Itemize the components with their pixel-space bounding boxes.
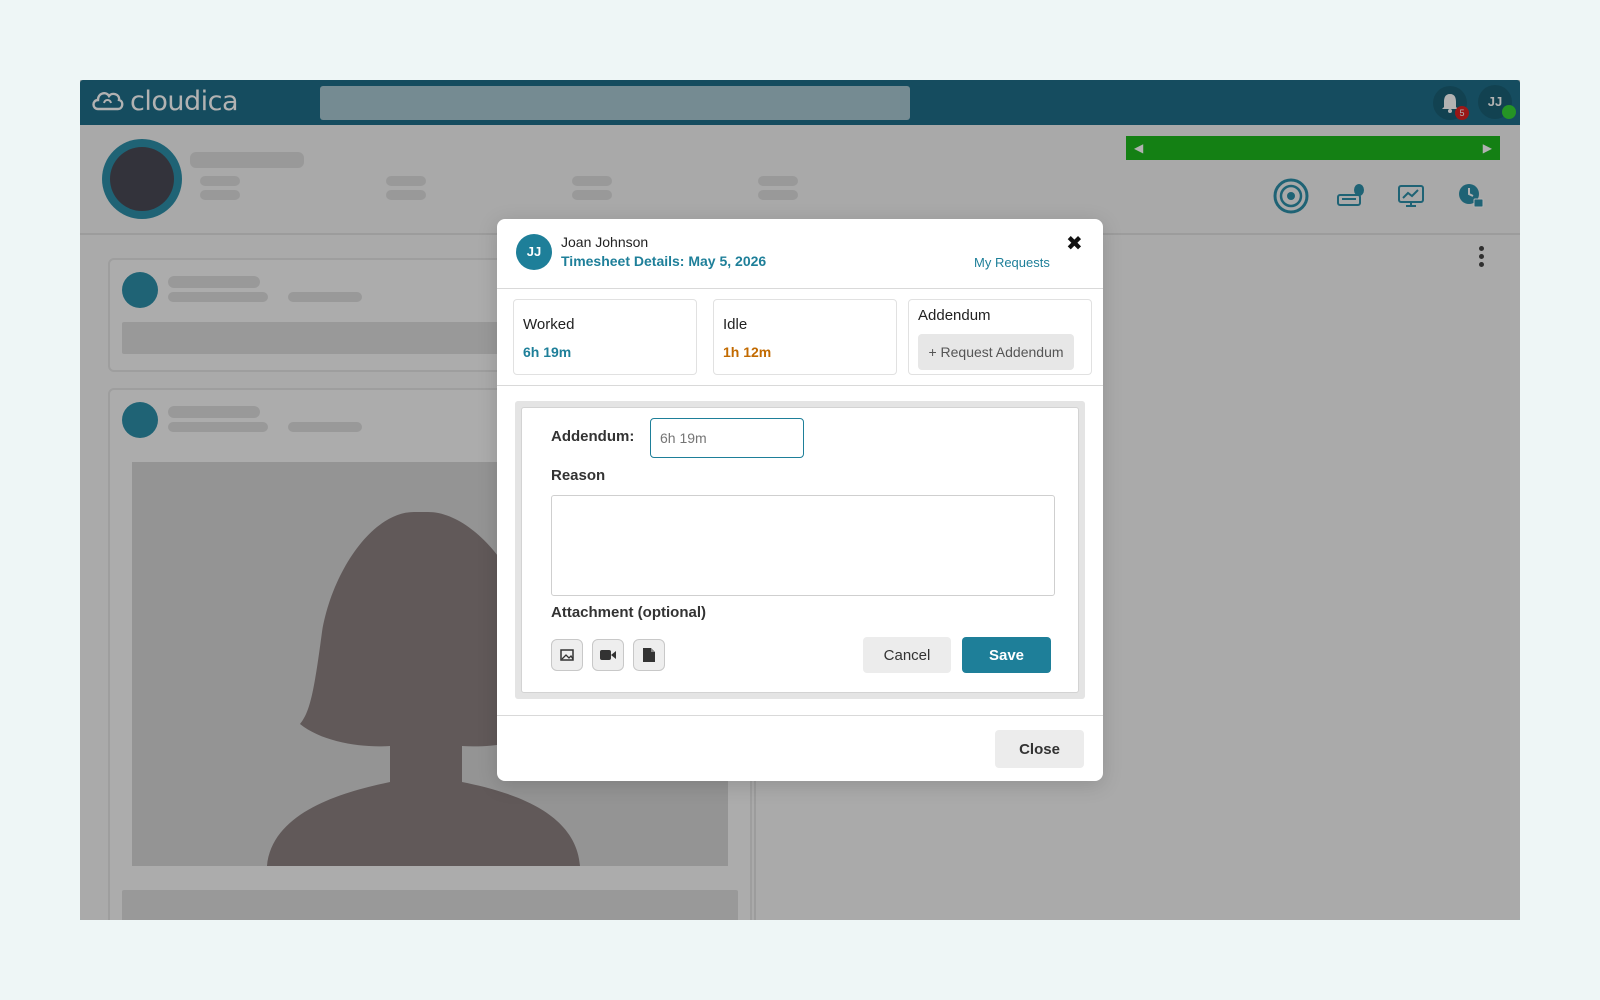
- employee-name: Joan Johnson: [561, 234, 649, 250]
- video-icon: [600, 650, 616, 660]
- reason-label: Reason: [551, 467, 606, 484]
- idle-stat-card: Idle 1h 12m: [713, 299, 897, 375]
- addendum-input[interactable]: [650, 418, 804, 458]
- modal-title: Timesheet Details: May 5, 2026: [561, 253, 767, 269]
- save-button[interactable]: Save: [962, 637, 1051, 673]
- document-icon: [643, 648, 655, 662]
- attach-image-button[interactable]: [551, 639, 583, 671]
- image-icon: [560, 649, 574, 661]
- timesheet-details-modal: JJ Joan Johnson Timesheet Details: May 5…: [497, 219, 1103, 781]
- idle-label: Idle: [723, 316, 748, 333]
- my-requests-link[interactable]: My Requests: [974, 255, 1050, 270]
- worked-stat-card: Worked 6h 19m: [513, 299, 697, 375]
- worked-value: 6h 19m: [523, 344, 572, 360]
- divider: [497, 288, 1103, 289]
- close-icon[interactable]: ✖: [1066, 231, 1083, 256]
- addendum-field-label: Addendum:: [551, 428, 635, 445]
- divider: [497, 715, 1103, 716]
- attach-document-button[interactable]: [633, 639, 665, 671]
- request-addendum-button[interactable]: + Request Addendum: [918, 334, 1074, 370]
- addendum-label: Addendum: [918, 307, 991, 324]
- addendum-form: Addendum: Reason Attachment (optional): [521, 407, 1079, 693]
- reason-textarea[interactable]: [551, 495, 1055, 596]
- attachment-label: Attachment (optional): [551, 604, 706, 621]
- cancel-button[interactable]: Cancel: [863, 637, 951, 673]
- worked-label: Worked: [523, 316, 575, 333]
- addendum-stat-card: Addendum + Request Addendum: [908, 299, 1092, 375]
- divider: [497, 385, 1103, 386]
- close-button[interactable]: Close: [995, 730, 1084, 768]
- attach-video-button[interactable]: [592, 639, 624, 671]
- addendum-form-panel: Addendum: Reason Attachment (optional): [515, 401, 1085, 699]
- idle-value: 1h 12m: [723, 344, 772, 360]
- employee-avatar: JJ: [516, 234, 552, 270]
